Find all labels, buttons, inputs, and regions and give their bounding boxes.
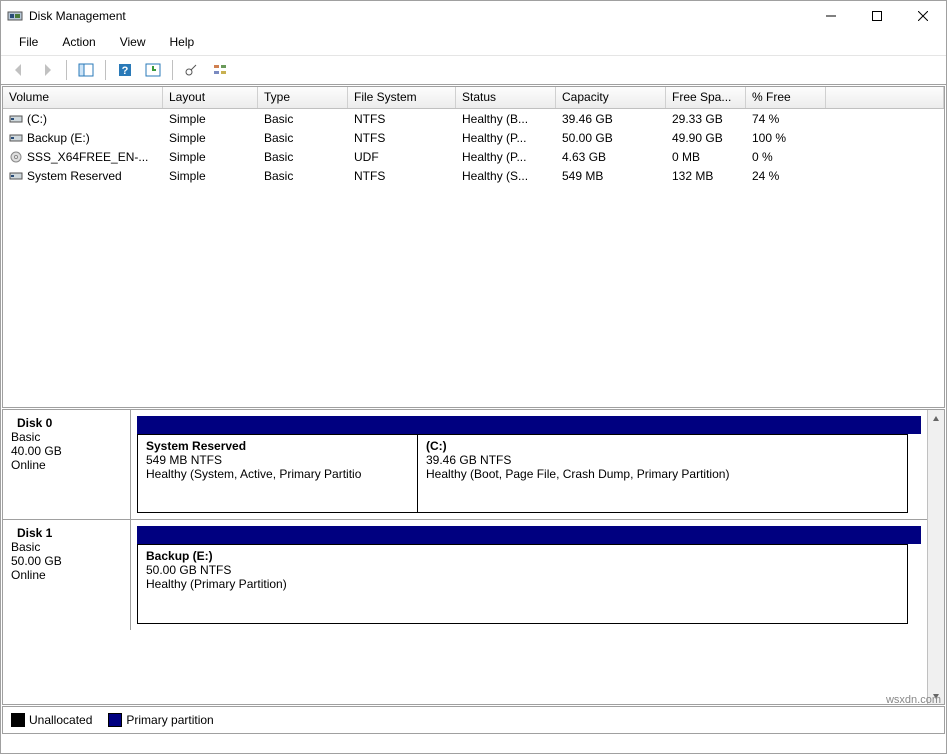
list-button[interactable] xyxy=(208,59,232,81)
toolbar-separator xyxy=(172,60,173,80)
disk-map: Disk 0 Basic40.00 GBOnline System Reserv… xyxy=(2,409,945,705)
menu-bar: File Action View Help xyxy=(1,31,946,56)
forward-button[interactable] xyxy=(35,59,59,81)
volume-row[interactable]: (C:)SimpleBasicNTFSHealthy (B...39.46 GB… xyxy=(3,109,944,128)
menu-file[interactable]: File xyxy=(9,33,48,51)
legend: Unallocated Primary partition xyxy=(2,706,945,734)
partition[interactable]: System Reserved 549 MB NTFS Healthy (Sys… xyxy=(138,434,418,513)
svg-text:?: ? xyxy=(122,65,129,77)
partition[interactable]: (C:) 39.46 GB NTFS Healthy (Boot, Page F… xyxy=(418,434,908,513)
disk-label[interactable]: Disk 0 Basic40.00 GBOnline xyxy=(3,410,131,519)
vertical-scrollbar[interactable] xyxy=(927,410,944,704)
minimize-button[interactable] xyxy=(808,1,854,31)
refresh-button[interactable] xyxy=(141,59,165,81)
disk-label[interactable]: Disk 1 Basic50.00 GBOnline xyxy=(3,520,131,630)
scroll-up-icon[interactable] xyxy=(928,410,944,427)
toolbar-separator xyxy=(105,60,106,80)
col-capacity[interactable]: Capacity xyxy=(556,87,666,108)
col-volume[interactable]: Volume xyxy=(3,87,163,108)
drive-icon xyxy=(9,113,23,125)
col-layout[interactable]: Layout xyxy=(163,87,258,108)
volume-list: Volume Layout Type File System Status Ca… xyxy=(2,86,945,408)
menu-view[interactable]: View xyxy=(110,33,156,51)
menu-action[interactable]: Action xyxy=(52,33,105,51)
col-free-space[interactable]: Free Spa... xyxy=(666,87,746,108)
col-status[interactable]: Status xyxy=(456,87,556,108)
settings-button[interactable] xyxy=(180,59,204,81)
legend-primary: Primary partition xyxy=(108,713,213,727)
help-button[interactable]: ? xyxy=(113,59,137,81)
legend-unallocated: Unallocated xyxy=(11,713,92,727)
app-icon xyxy=(7,8,23,24)
toolbar-separator xyxy=(66,60,67,80)
back-button[interactable] xyxy=(7,59,31,81)
drive-icon xyxy=(9,151,23,163)
disk-row: Disk 1 Basic50.00 GBOnline Backup (E:) 5… xyxy=(3,520,927,630)
volume-rows: (C:)SimpleBasicNTFSHealthy (B...39.46 GB… xyxy=(3,109,944,185)
drive-icon xyxy=(9,170,23,182)
watermark: wsxdn.com xyxy=(886,694,941,706)
drive-icon xyxy=(9,132,23,144)
menu-help[interactable]: Help xyxy=(160,33,205,51)
volume-row[interactable]: Backup (E:)SimpleBasicNTFSHealthy (P...5… xyxy=(3,128,944,147)
col-spacer xyxy=(826,87,944,108)
partition[interactable]: Backup (E:) 50.00 GB NTFS Healthy (Prima… xyxy=(138,544,908,624)
disk-rows: Disk 0 Basic40.00 GBOnline System Reserv… xyxy=(3,410,927,704)
title-bar: Disk Management xyxy=(1,1,946,31)
partition-header-bar xyxy=(137,416,921,434)
partition-header-bar xyxy=(137,526,921,544)
close-button[interactable] xyxy=(900,1,946,31)
window-title: Disk Management xyxy=(29,9,808,23)
volume-row[interactable]: SSS_X64FREE_EN-...SimpleBasicUDFHealthy … xyxy=(3,147,944,166)
col-percent-free[interactable]: % Free xyxy=(746,87,826,108)
volume-list-header[interactable]: Volume Layout Type File System Status Ca… xyxy=(3,87,944,109)
show-hide-tree-button[interactable] xyxy=(74,59,98,81)
maximize-button[interactable] xyxy=(854,1,900,31)
disk-row: Disk 0 Basic40.00 GBOnline System Reserv… xyxy=(3,410,927,520)
toolbar: ? xyxy=(1,56,946,85)
volume-row[interactable]: System ReservedSimpleBasicNTFSHealthy (S… xyxy=(3,166,944,185)
col-filesystem[interactable]: File System xyxy=(348,87,456,108)
col-type[interactable]: Type xyxy=(258,87,348,108)
